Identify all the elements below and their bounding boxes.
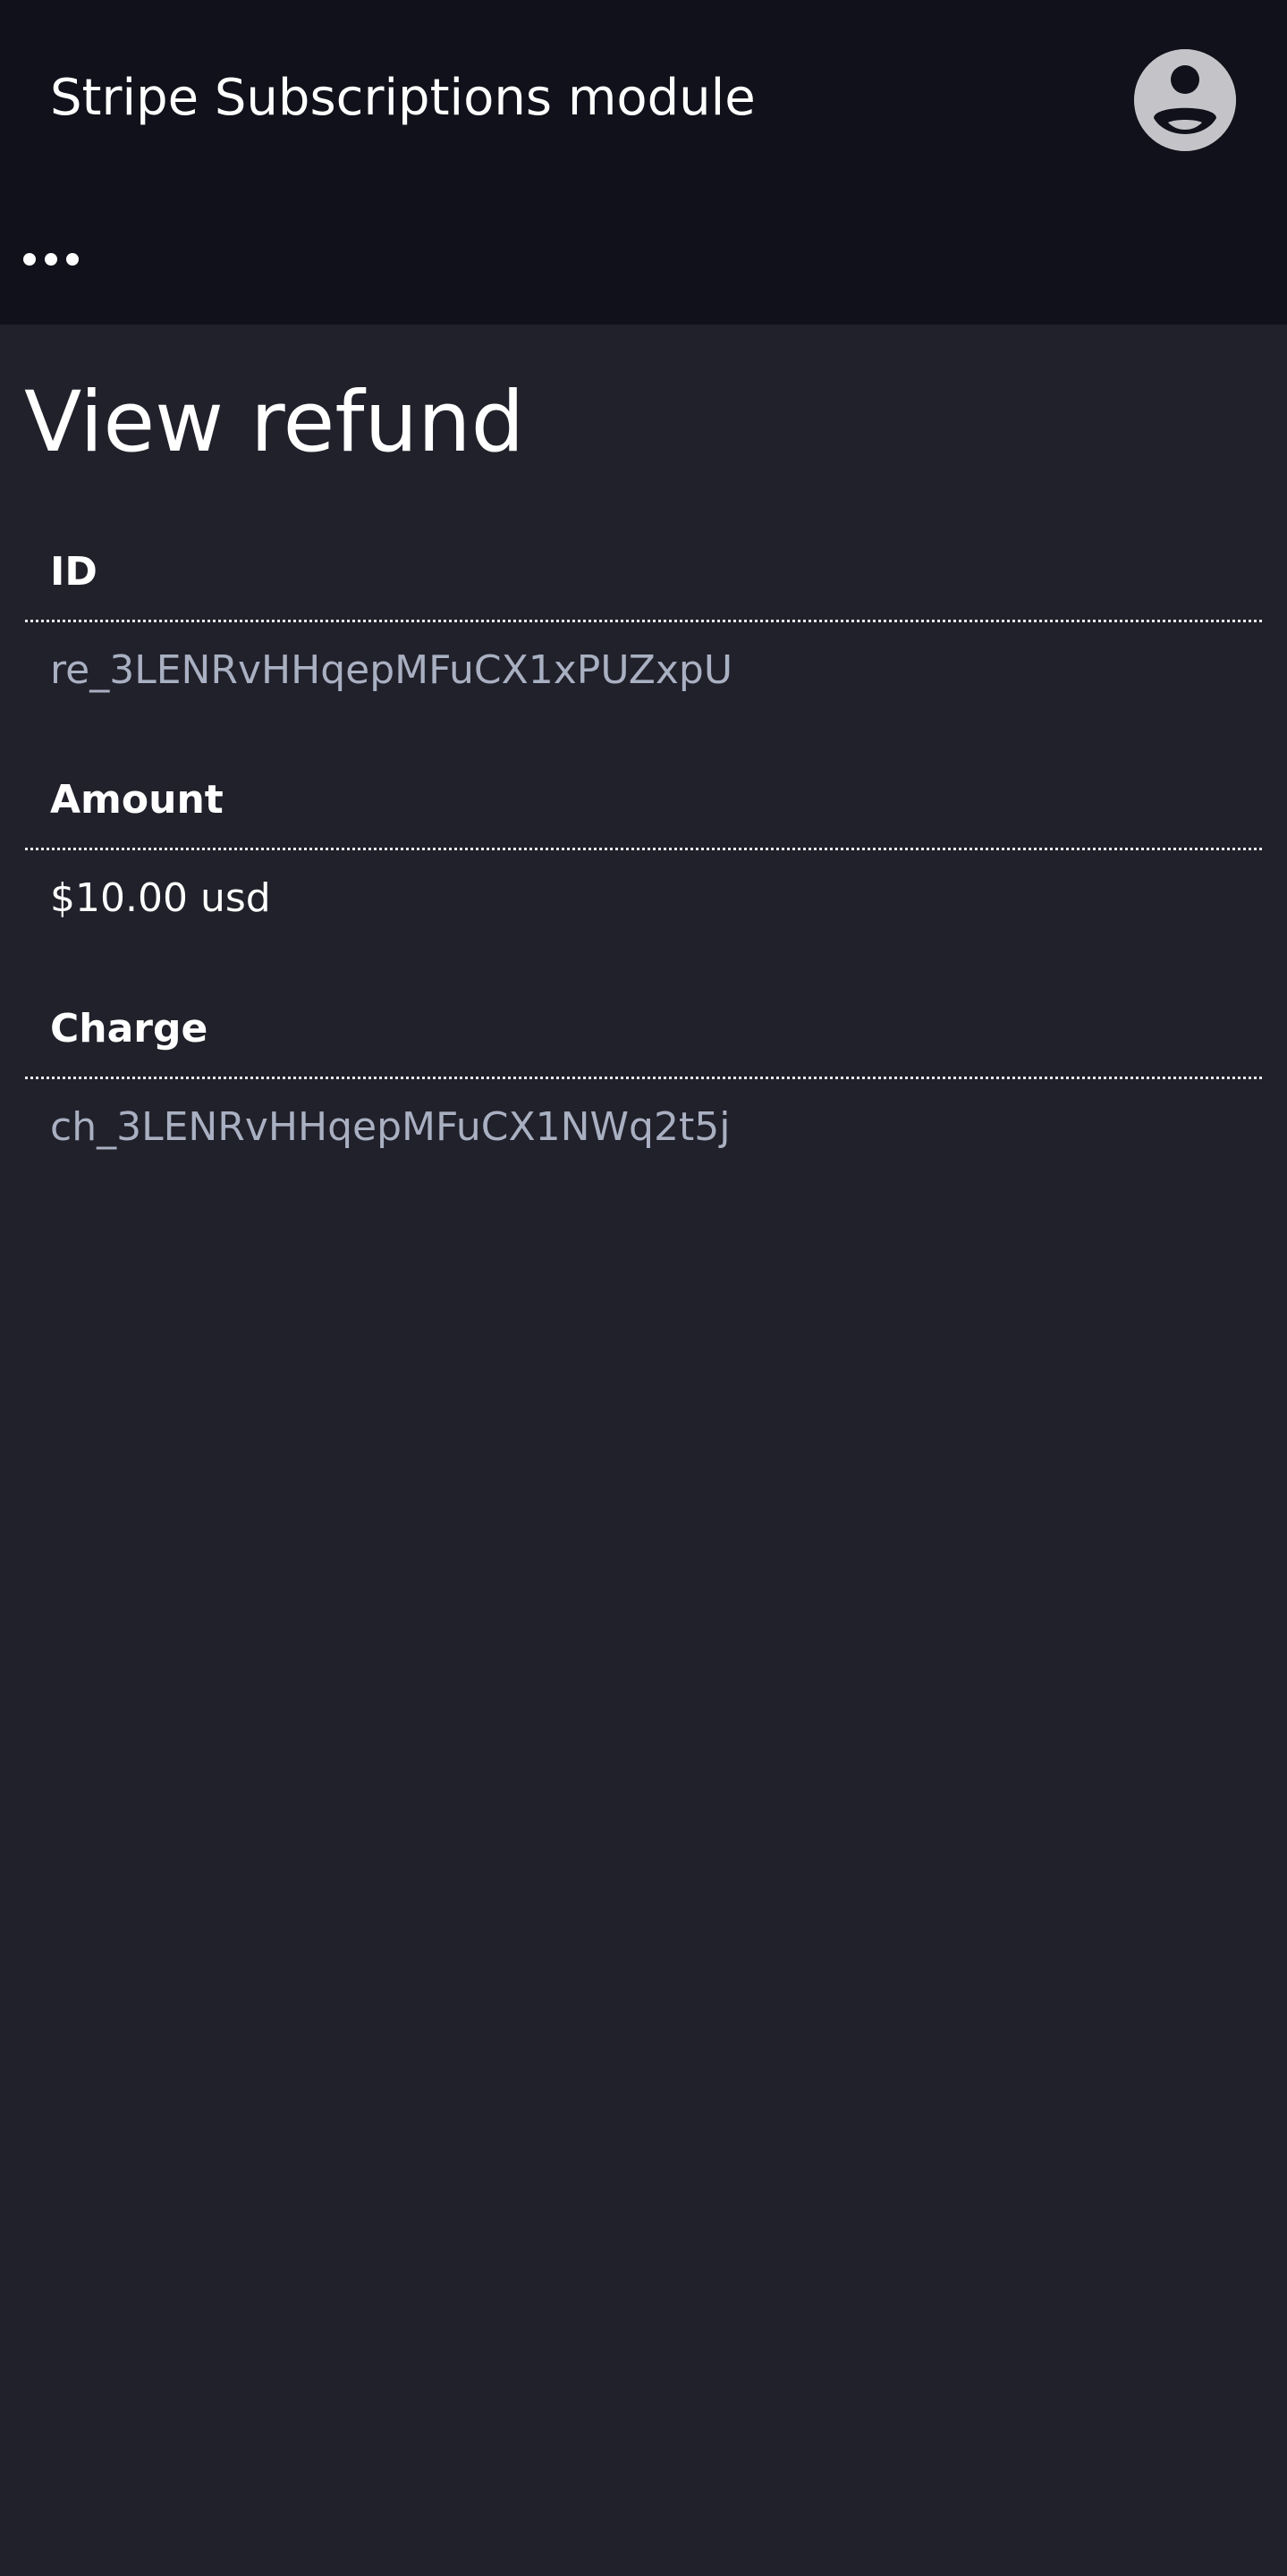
refund-amount-value: $10.00 usd	[50, 875, 271, 921]
ellipsis-icon-dot	[66, 253, 79, 266]
field-divider	[25, 1077, 1262, 1079]
field-label: Charge	[50, 1006, 208, 1052]
field-divider	[25, 848, 1262, 850]
app-title: Stripe Subscriptions module	[50, 69, 756, 127]
ellipsis-icon	[23, 253, 36, 266]
field-label: Amount	[50, 777, 224, 823]
more-options-button[interactable]	[23, 243, 79, 275]
refund-id-value: re_3LENRvHHqepMFuCX1xPUZxpU	[50, 647, 733, 693]
user-avatar-button[interactable]	[1134, 49, 1236, 151]
field-divider	[25, 620, 1262, 622]
refund-charge-value: ch_3LENRvHHqepMFuCX1NWq2t5j	[50, 1104, 731, 1150]
ellipsis-icon-dot	[45, 253, 57, 266]
user-circle-icon	[1134, 49, 1236, 151]
field-label: ID	[50, 549, 97, 595]
page-title: View refund	[24, 374, 525, 471]
top-app-bar: Stripe Subscriptions module	[0, 0, 1287, 325]
